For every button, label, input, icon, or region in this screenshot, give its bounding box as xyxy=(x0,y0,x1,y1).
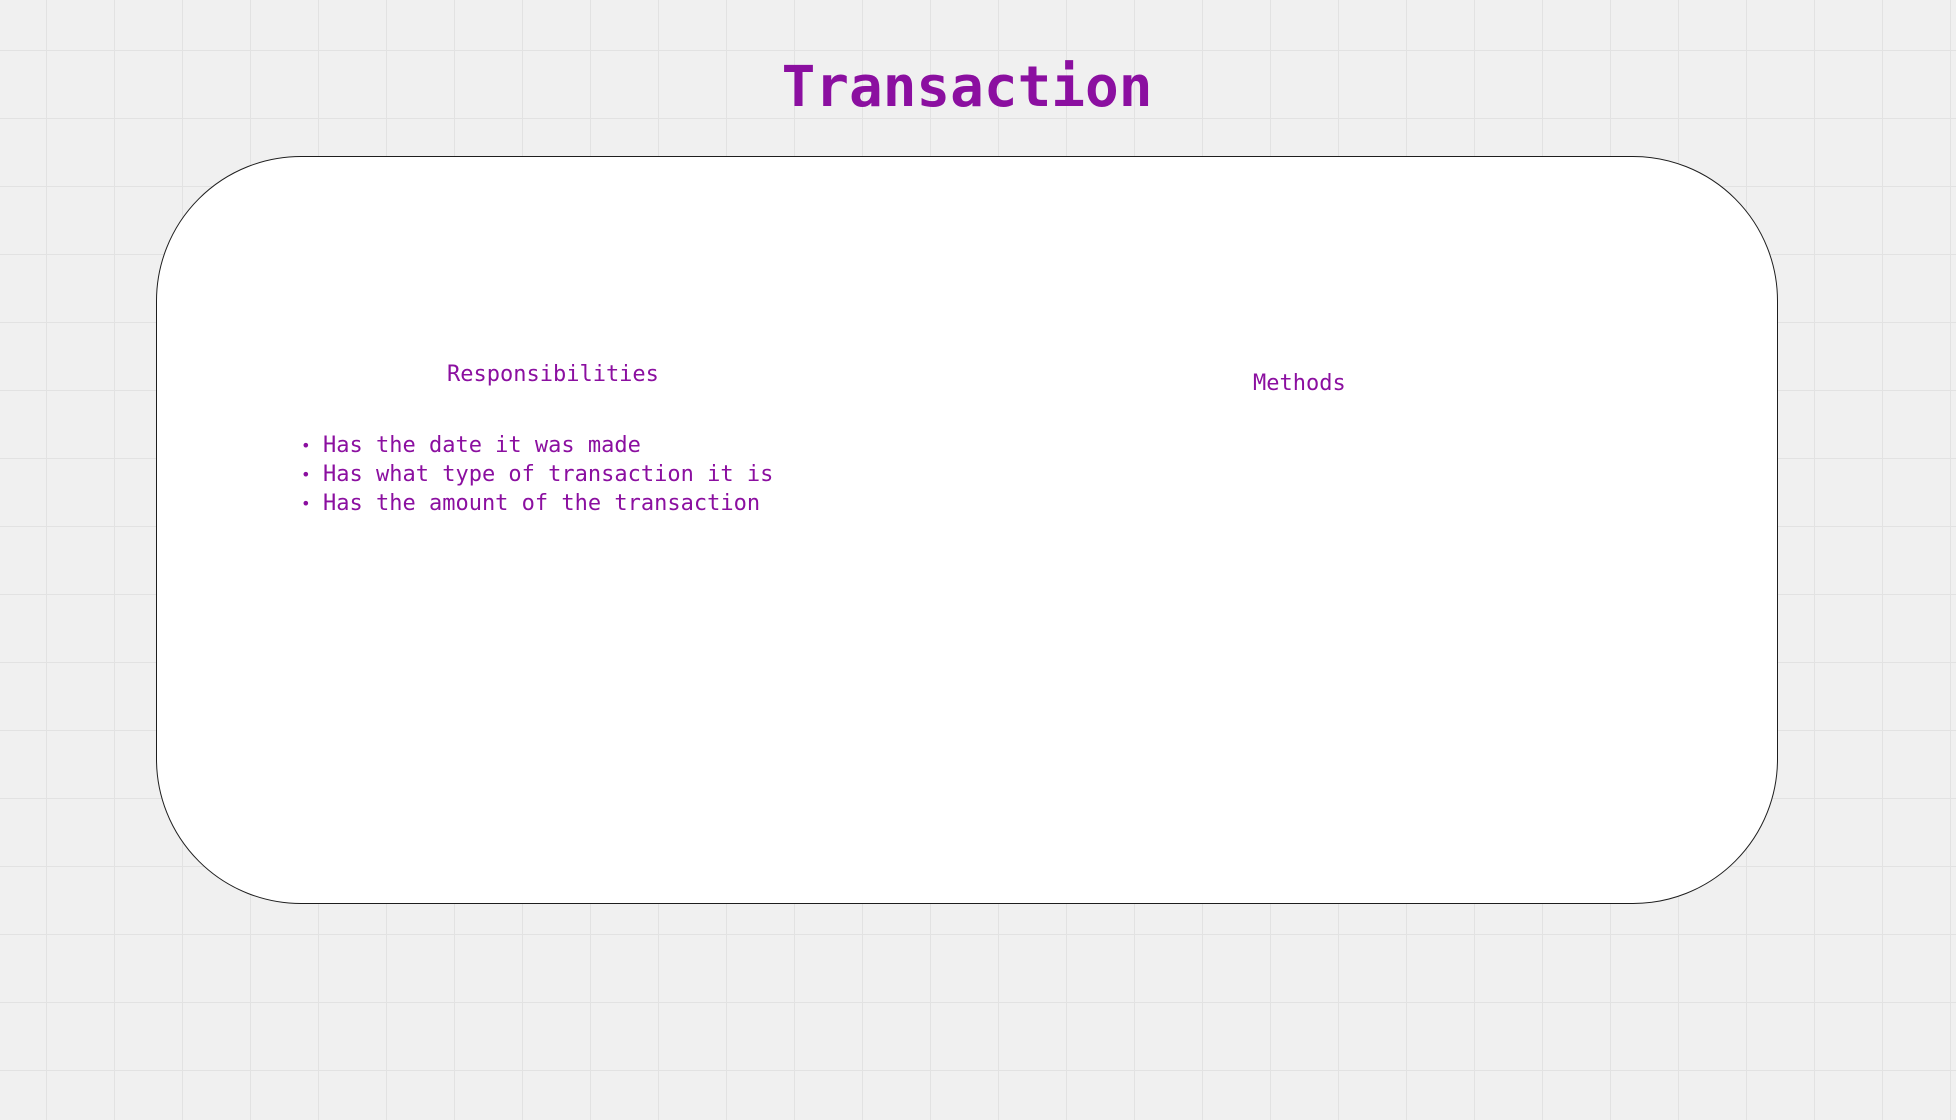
list-item: • Has the amount of the transaction xyxy=(297,489,773,518)
list-item-text: Has the date it was made xyxy=(323,433,641,458)
list-item-text: Has the amount of the transaction xyxy=(323,491,761,516)
bullet-dot-icon: • xyxy=(301,436,311,455)
class-card: Responsibilities • Has the date it was m… xyxy=(156,156,1778,904)
list-item-text: Has what type of transaction it is xyxy=(323,462,774,487)
list-item: • Has what type of transaction it is xyxy=(297,460,773,489)
bullet-dot-icon: • xyxy=(301,494,311,513)
responsibilities-heading: Responsibilities xyxy=(447,362,659,387)
list-item: • Has the date it was made xyxy=(297,431,773,460)
responsibilities-list: • Has the date it was made • Has what ty… xyxy=(297,431,773,518)
methods-heading: Methods xyxy=(1253,371,1346,396)
bullet-dot-icon: • xyxy=(301,465,311,484)
diagram-title: Transaction xyxy=(781,55,1153,120)
